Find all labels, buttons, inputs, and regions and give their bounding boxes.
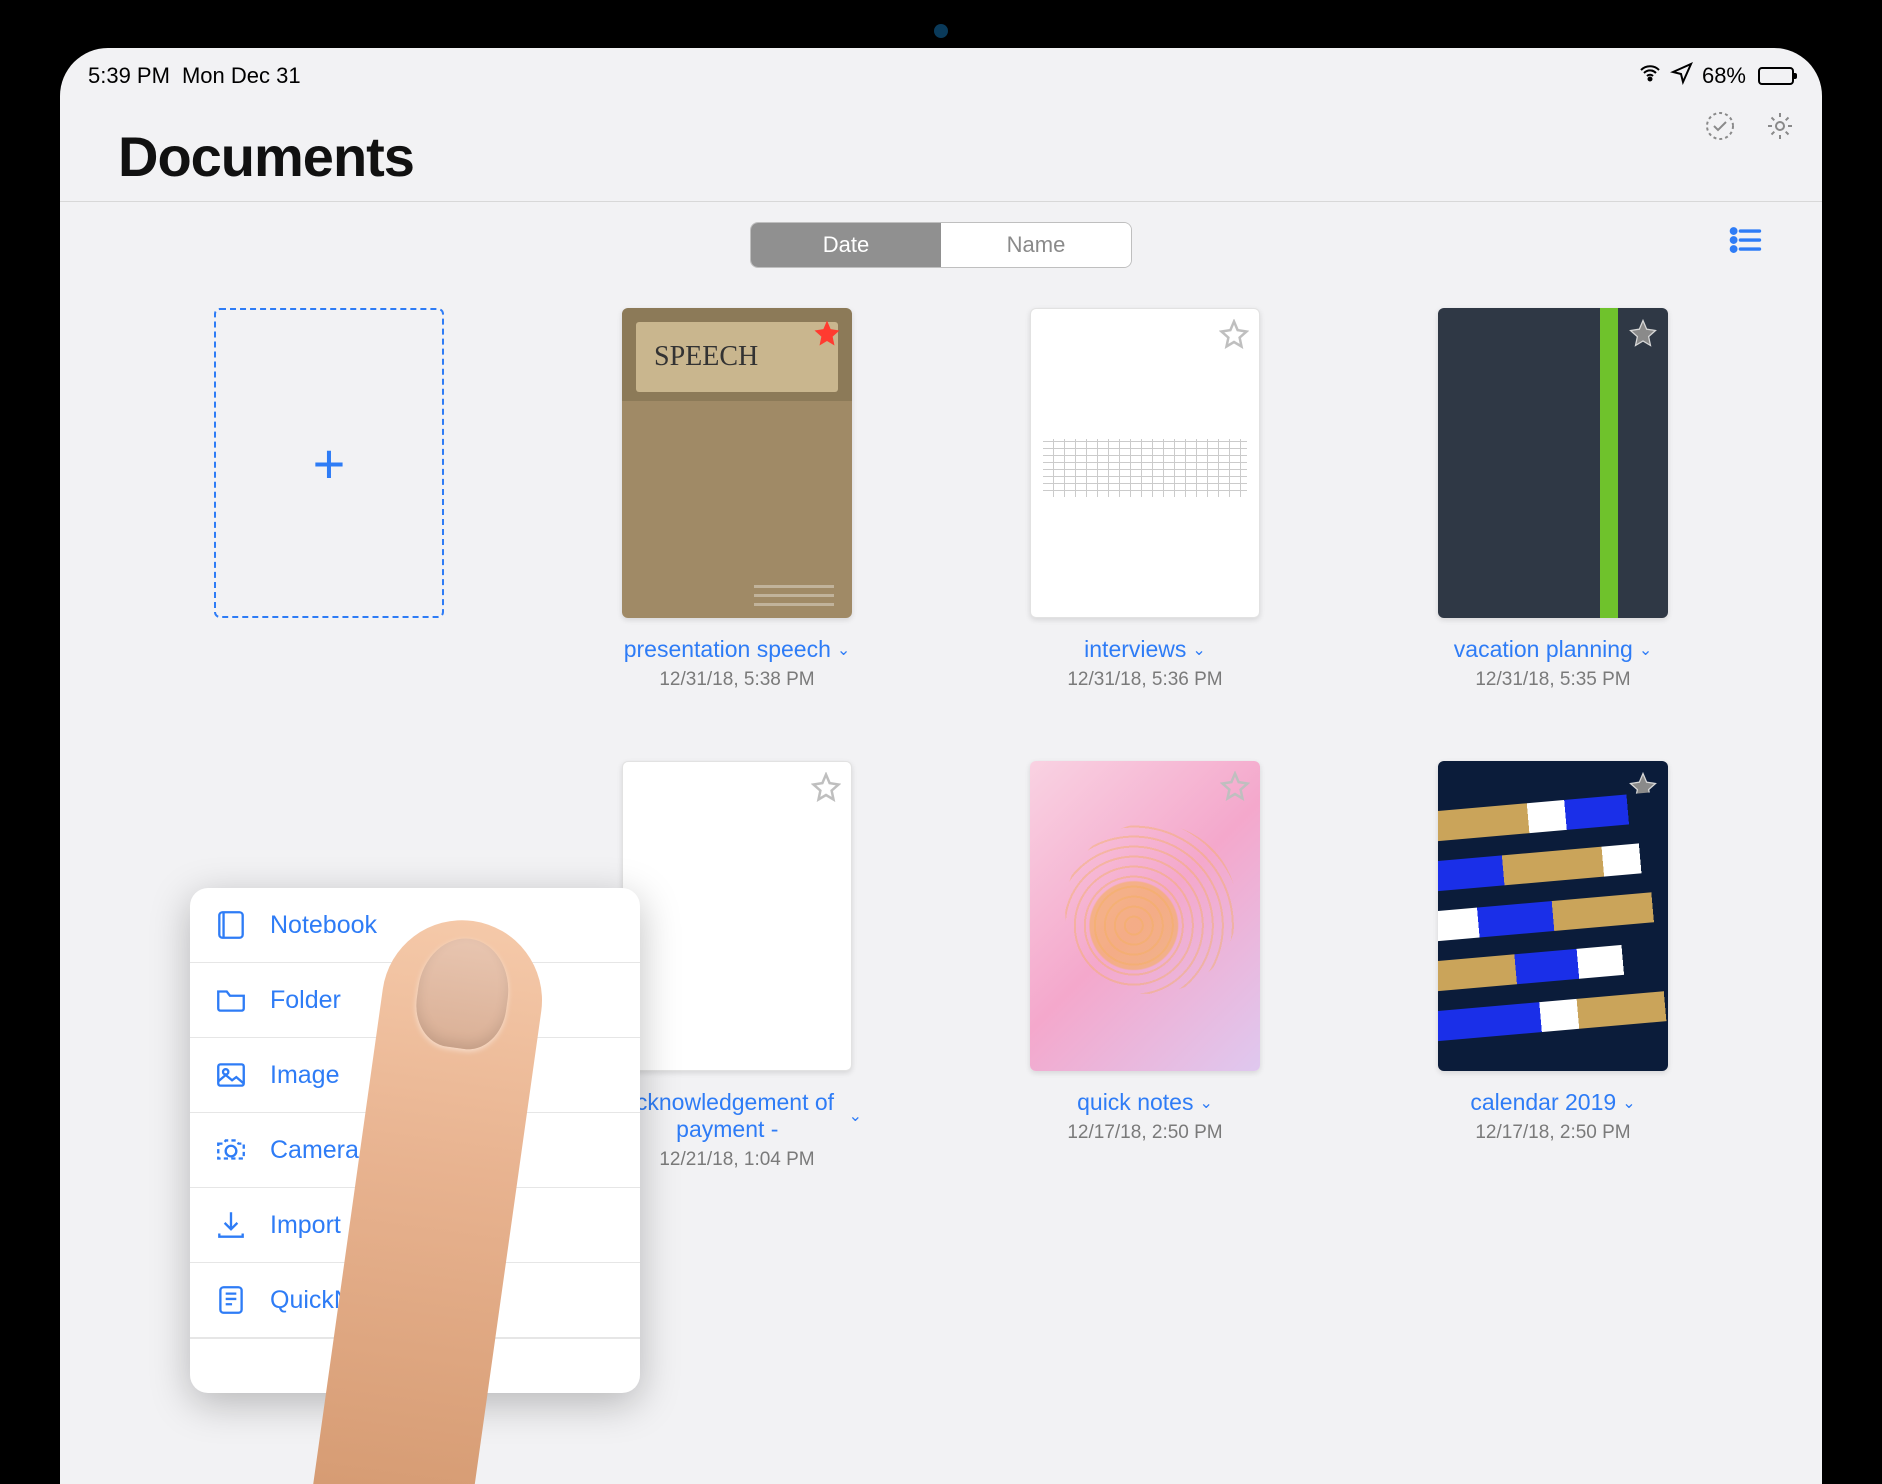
document-title[interactable]: calendar 2019⌄: [1470, 1089, 1635, 1116]
star-icon[interactable]: [1220, 771, 1250, 801]
import-icon: [214, 1208, 248, 1242]
chevron-down-icon: ⌄: [1199, 1093, 1212, 1113]
star-icon[interactable]: [1628, 318, 1658, 348]
document-title[interactable]: quick notes⌄: [1077, 1089, 1213, 1116]
settings-icon[interactable]: [1762, 108, 1798, 144]
header: Documents: [60, 96, 1822, 202]
camera-icon: [214, 1133, 248, 1167]
battery-percent: 68%: [1702, 63, 1746, 89]
menu-label: QuickNote: [270, 1286, 387, 1315]
menu-folder[interactable]: Folder: [190, 963, 640, 1038]
status-time: 5:39 PM: [88, 63, 170, 89]
star-icon[interactable]: [812, 318, 842, 348]
document-date: 12/17/18, 2:50 PM: [1475, 1122, 1630, 1144]
status-date: Mon Dec 31: [182, 63, 301, 89]
menu-label: Notebook: [270, 911, 377, 940]
segment-date[interactable]: Date: [751, 223, 941, 267]
menu-notebook[interactable]: Notebook: [190, 888, 640, 963]
document-date: 12/31/18, 5:38 PM: [659, 669, 814, 691]
document-date: 12/21/18, 1:04 PM: [659, 1149, 814, 1171]
document-tile[interactable]: [1438, 308, 1668, 618]
document-title[interactable]: presentation speech⌄: [624, 636, 851, 663]
document-date: 12/17/18, 2:50 PM: [1067, 1122, 1222, 1144]
menu-label: Image: [270, 1061, 339, 1090]
quicknote-icon: [214, 1283, 248, 1317]
document-tile[interactable]: SPEECH: [622, 308, 852, 618]
menu-image[interactable]: Image: [190, 1038, 640, 1113]
image-icon: [214, 1058, 248, 1092]
add-document-tile[interactable]: +: [214, 308, 444, 618]
chevron-down-icon: ⌄: [849, 1106, 862, 1126]
folder-icon: [214, 983, 248, 1017]
document-title[interactable]: vacation planning⌄: [1454, 636, 1652, 663]
star-icon[interactable]: [1219, 319, 1249, 349]
chevron-down-icon: ⌄: [837, 640, 850, 660]
document-tile[interactable]: [622, 761, 852, 1071]
menu-label: Folder: [270, 986, 341, 1015]
menu-label: Import: [270, 1211, 341, 1240]
list-view-icon[interactable]: [1728, 222, 1764, 263]
document-date: 12/31/18, 5:35 PM: [1475, 669, 1630, 691]
notebook-icon: [214, 908, 248, 942]
battery-icon: [1754, 67, 1794, 85]
location-icon: [1670, 61, 1694, 91]
menu-label: Camera: [270, 1136, 359, 1165]
ipad-frame: 5:39 PM Mon Dec 31 68% Documents Date Na…: [0, 0, 1882, 1484]
menu-camera[interactable]: Camera: [190, 1113, 640, 1188]
add-popover: Notebook Folder Image Camera Import Quic…: [190, 888, 640, 1393]
segment-name[interactable]: Name: [941, 223, 1131, 267]
star-icon[interactable]: [811, 772, 841, 802]
document-tile[interactable]: [1030, 761, 1260, 1071]
chevron-down-icon: ⌄: [1622, 1093, 1635, 1113]
menu-quicknote[interactable]: QuickNote: [190, 1263, 640, 1338]
document-title[interactable]: Acknowledgement of payment -⌄: [612, 1089, 862, 1143]
plus-icon: +: [313, 431, 346, 496]
cover-text: SPEECH: [636, 322, 838, 392]
sort-segmented: Date Name: [750, 222, 1132, 268]
document-date: 12/31/18, 5:36 PM: [1067, 669, 1222, 691]
menu-import[interactable]: Import: [190, 1188, 640, 1263]
toolbar: Date Name: [60, 202, 1822, 292]
document-title[interactable]: interviews⌄: [1084, 636, 1206, 663]
document-tile[interactable]: [1030, 308, 1260, 618]
chevron-down-icon: ⌄: [1639, 640, 1652, 660]
popover-hint: tap … QuickNote: [190, 1338, 640, 1393]
select-mode-icon[interactable]: [1702, 108, 1738, 144]
screen: 5:39 PM Mon Dec 31 68% Documents Date Na…: [60, 48, 1822, 1484]
document-tile[interactable]: [1438, 761, 1668, 1071]
page-title: Documents: [118, 124, 1764, 189]
chevron-down-icon: ⌄: [1192, 640, 1205, 660]
wifi-icon: [1638, 61, 1662, 91]
status-bar: 5:39 PM Mon Dec 31 68%: [60, 48, 1822, 96]
